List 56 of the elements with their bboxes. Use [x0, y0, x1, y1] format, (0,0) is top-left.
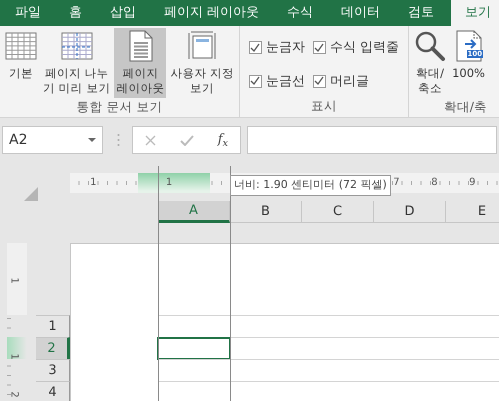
- checkbox[interactable]: [312, 41, 326, 54]
- row-header[interactable]: 2: [36, 337, 70, 359]
- column-header[interactable]: A: [158, 201, 230, 223]
- close-icon: [144, 134, 156, 146]
- column-header[interactable]: B: [230, 201, 302, 223]
- table-grid-icon: [5, 30, 37, 62]
- ribbon-tab[interactable]: 데이터: [330, 0, 392, 26]
- row-header[interactable]: 4: [36, 381, 70, 401]
- select-all-icon: [24, 187, 38, 201]
- name-box[interactable]: A2: [2, 126, 103, 154]
- checkbox[interactable]: [248, 41, 262, 54]
- column-header[interactable]: E: [446, 201, 499, 223]
- ribbon-button[interactable]: 기본: [3, 28, 39, 98]
- ribbon-tab[interactable]: 삽입: [99, 0, 147, 26]
- grip-icon: [117, 133, 120, 147]
- ribbon-tab[interactable]: 보기: [451, 0, 499, 26]
- search-icon: [414, 30, 446, 62]
- ribbon-tab[interactable]: 검토: [397, 0, 446, 26]
- ruler-number: 1: [90, 176, 96, 190]
- selected-cell[interactable]: [157, 337, 231, 360]
- ribbon-button[interactable]: 확대/ 축소: [412, 28, 448, 98]
- group-label: 표시: [310, 97, 338, 115]
- custom-view-icon: [186, 30, 218, 62]
- ruler-number: 1: [8, 277, 21, 284]
- group-label: 확대/축: [442, 98, 487, 116]
- ribbon-button[interactable]: 페이지 나누 기 미리 보기: [41, 28, 112, 98]
- ribbon-button[interactable]: 사용자 지정 보기: [168, 28, 236, 98]
- column-header[interactable]: C: [302, 201, 374, 223]
- ruler-number: 1: [166, 176, 172, 190]
- ruler-number: 7: [393, 176, 400, 190]
- ribbon-tab[interactable]: 수식: [276, 0, 324, 26]
- checkbox-label[interactable]: 눈금선: [266, 72, 305, 91]
- formula-input[interactable]: [247, 126, 497, 154]
- ruler-number: 9: [469, 176, 476, 190]
- ribbon-tab[interactable]: 파일: [4, 0, 52, 26]
- checkbox-label[interactable]: 수식 입력줄: [330, 38, 400, 58]
- ribbon-tab[interactable]: 홈: [58, 0, 93, 26]
- ruler-highlight: [7, 337, 27, 359]
- ruler-number: 1: [8, 353, 21, 360]
- checkbox[interactable]: [248, 74, 262, 88]
- ribbon-tab[interactable]: 페이지 레이아웃: [153, 0, 270, 26]
- check-icon: [180, 134, 194, 146]
- ruler-number: 8: [431, 176, 438, 190]
- checkbox-label[interactable]: 눈금자: [266, 38, 305, 58]
- checkbox-label[interactable]: 머리글: [330, 72, 369, 91]
- ruler-number: 2: [8, 390, 21, 398]
- group-label: 통합 문서 보기: [76, 98, 164, 116]
- row-header[interactable]: 3: [36, 359, 70, 381]
- caret-icon: [88, 138, 96, 142]
- ribbon-button[interactable]: 페이지 레이아웃: [114, 28, 166, 98]
- tooltip: 너비: 1.90 센티미터 (72 픽셀): [230, 175, 391, 196]
- insert-function-button[interactable]: f$_{x}$: [218, 130, 228, 150]
- page-break-icon: [60, 30, 93, 62]
- column-header[interactable]: D: [374, 201, 446, 223]
- ruler-highlight: [138, 173, 210, 193]
- checkbox[interactable]: [312, 74, 326, 88]
